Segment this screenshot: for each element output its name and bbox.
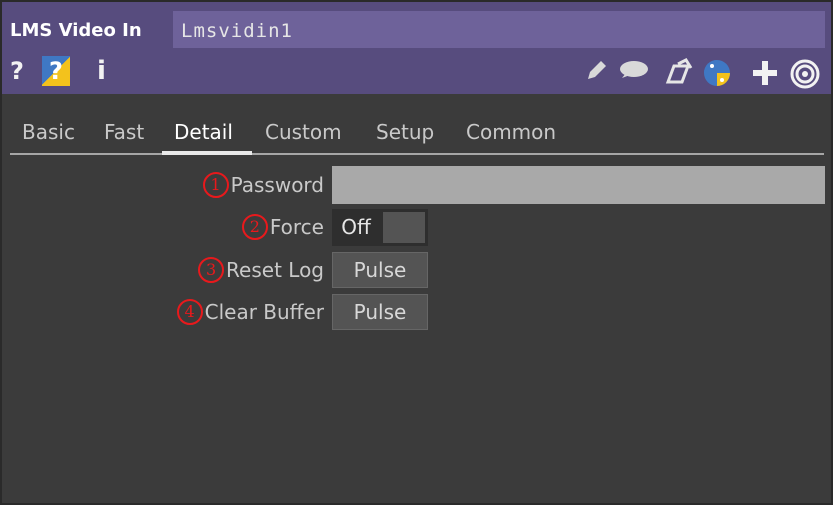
python-help-icon[interactable]: ? [42, 56, 70, 86]
force-toggle-state: Off [341, 215, 371, 239]
password-input[interactable] [332, 166, 825, 204]
clone-icon[interactable] [664, 58, 694, 86]
param-clear-buffer-label: 4 Clear Buffer [176, 298, 324, 327]
python-icon[interactable] [702, 58, 732, 88]
help-icon[interactable]: ? [10, 56, 24, 86]
param-clear-buffer-text: Clear Buffer [204, 300, 324, 324]
tab-fast[interactable]: Fast [104, 119, 144, 145]
tab-setup[interactable]: Setup [376, 119, 434, 145]
parameter-panel: LMS Video In Lmsvidin1 ? ? i Basic Fast … [0, 0, 833, 505]
target-icon[interactable] [789, 58, 821, 90]
tab-bar: Basic Fast Detail Custom Setup Common [10, 109, 824, 155]
clear-buffer-pulse-button[interactable]: Pulse [332, 294, 428, 330]
tab-common[interactable]: Common [466, 119, 556, 145]
tab-divider [10, 153, 824, 155]
active-tab-indicator [162, 151, 252, 155]
reset-log-pulse-button[interactable]: Pulse [332, 252, 428, 288]
python-help-label: ? [49, 57, 63, 85]
pencil-icon[interactable] [583, 58, 609, 84]
annotation-marker-3: 3 [198, 256, 225, 283]
tab-custom[interactable]: Custom [265, 119, 342, 145]
comment-icon[interactable] [616, 58, 650, 84]
operator-type-label: LMS Video In [10, 20, 142, 41]
param-password-text: Password [230, 173, 324, 197]
info-icon[interactable]: i [97, 56, 106, 86]
plus-icon[interactable] [750, 58, 780, 88]
force-toggle[interactable]: Off [332, 209, 428, 246]
param-reset-log-text: Reset Log [226, 258, 324, 282]
param-reset-log-label: 3 Reset Log [198, 256, 324, 285]
annotation-marker-4: 4 [176, 298, 203, 325]
tab-basic[interactable]: Basic [22, 119, 75, 145]
param-force-text: Force [269, 215, 324, 239]
annotation-marker-2: 2 [241, 213, 268, 240]
tab-detail[interactable]: Detail [174, 119, 233, 145]
annotation-marker-1: 1 [202, 171, 229, 198]
param-password-label: 1 Password [202, 171, 324, 200]
operator-header: LMS Video In Lmsvidin1 ? ? i [2, 2, 831, 94]
param-force-label: 2 Force [241, 213, 324, 242]
force-toggle-knob [383, 212, 425, 243]
operator-name-field[interactable]: Lmsvidin1 [173, 11, 825, 48]
